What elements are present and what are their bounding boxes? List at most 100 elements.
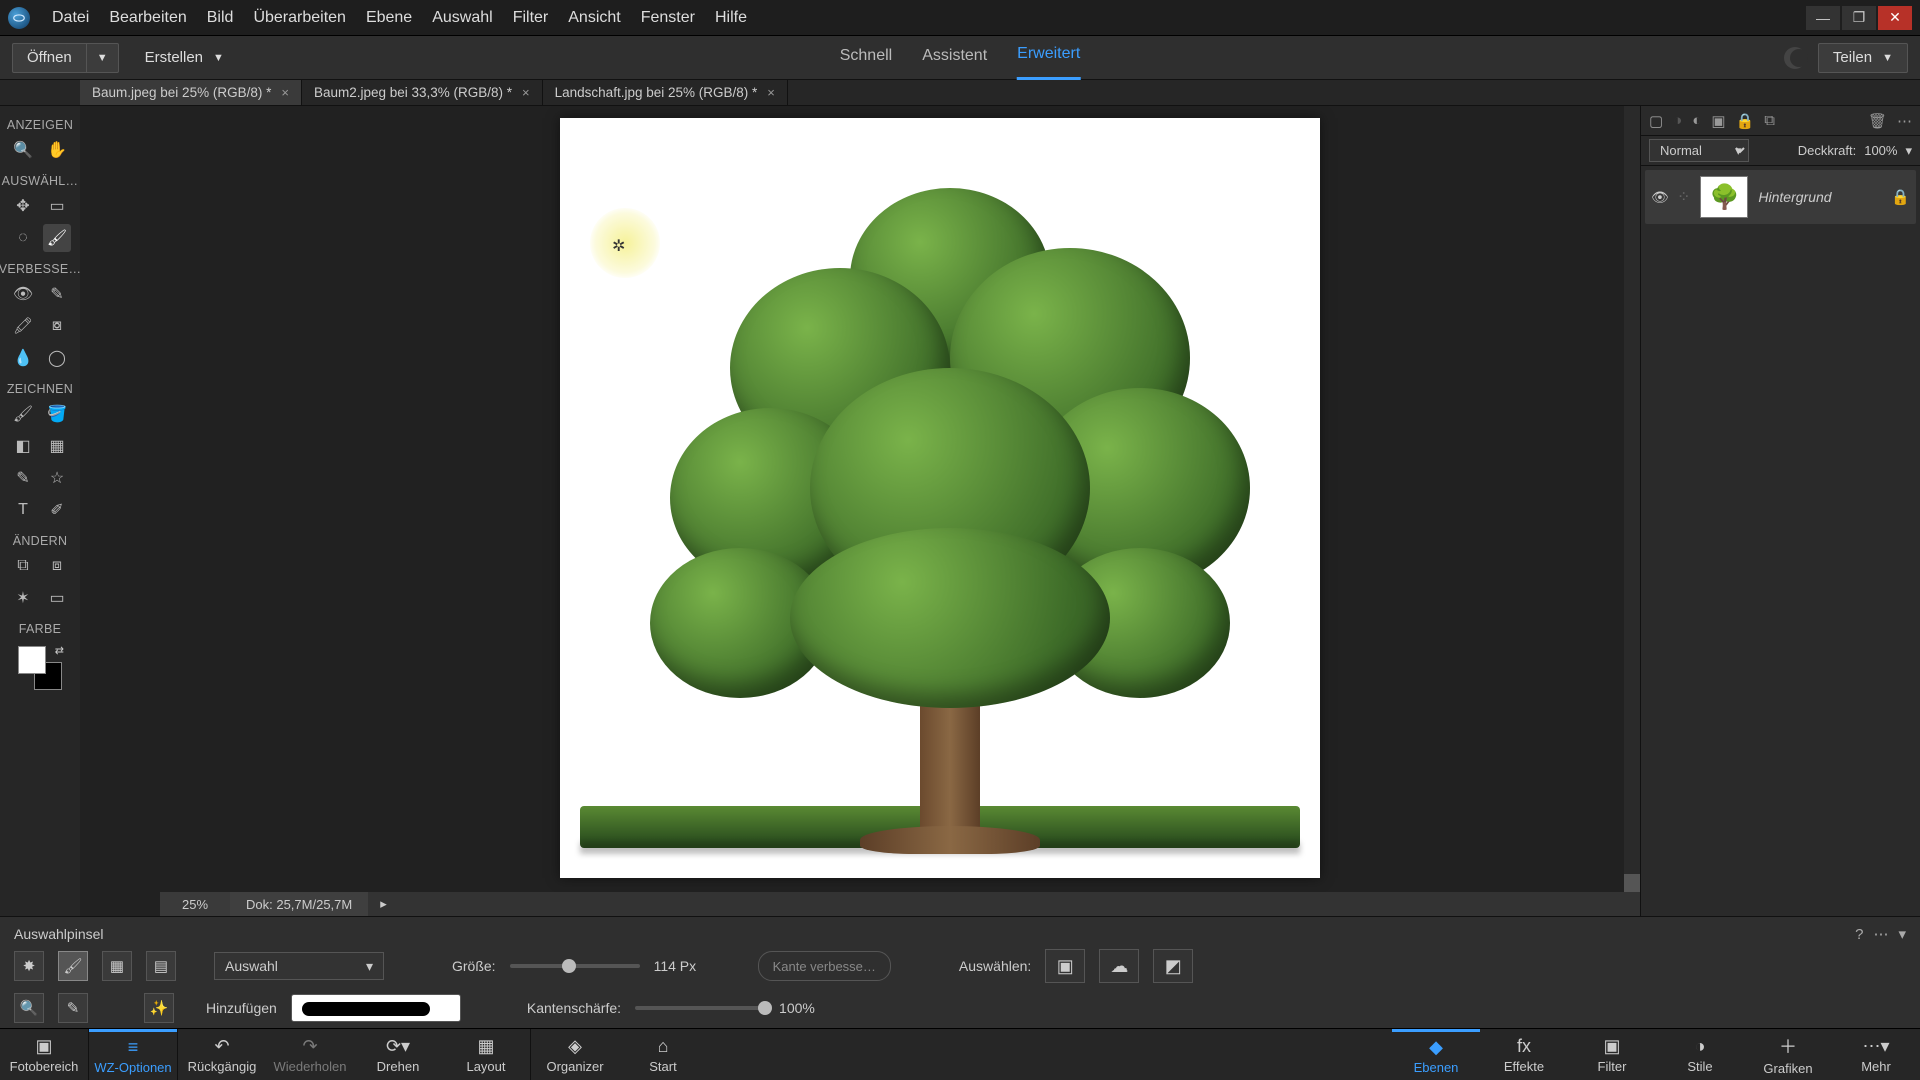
zoom-tool[interactable]: 🔍 xyxy=(9,136,37,164)
link-icon[interactable]: ⧉ xyxy=(1764,112,1775,129)
vertical-scrollbar[interactable] xyxy=(1624,106,1640,892)
menu-ebene[interactable]: Ebene xyxy=(356,5,422,31)
new-layer-icon[interactable]: ▢ xyxy=(1649,112,1663,130)
lasso-tool[interactable]: ◌ xyxy=(9,224,37,252)
more-icon[interactable]: ⋯ xyxy=(1897,112,1912,130)
camera-icon[interactable]: ▣ xyxy=(1711,112,1725,130)
menu-datei[interactable]: Datei xyxy=(42,5,99,31)
create-button[interactable]: Erstellen ▼ xyxy=(131,43,238,73)
layer-thumbnail[interactable]: 🌳 xyxy=(1700,176,1748,218)
adjustment-icon[interactable]: ◐ xyxy=(1692,112,1701,129)
opacity-value[interactable]: 100% xyxy=(1864,143,1897,158)
swap-colors-icon[interactable]: ⇄ xyxy=(55,644,64,657)
smart-brush-tool[interactable]: 🖍 xyxy=(9,312,37,340)
menu-hilfe[interactable]: Hilfe xyxy=(705,5,757,31)
layer-name[interactable]: Hintergrund xyxy=(1758,189,1881,205)
taskbar-redo[interactable]: ↷Wiederholen xyxy=(266,1029,354,1080)
straighten-tool[interactable]: ▭ xyxy=(43,584,71,612)
tab-guided[interactable]: Assistent xyxy=(922,36,987,80)
blend-mode-select[interactable]: Normal xyxy=(1649,139,1749,162)
taskbar-start[interactable]: ⌂Start xyxy=(619,1029,707,1080)
hand-tool[interactable]: ✋ xyxy=(43,136,71,164)
taskbar-organizer[interactable]: ◈Organizer xyxy=(531,1029,619,1080)
subtract-option[interactable]: ✎ xyxy=(58,993,88,1023)
collapse-icon[interactable]: ▾ xyxy=(1898,925,1906,943)
content-aware-tool[interactable]: ✶ xyxy=(9,584,37,612)
document-canvas[interactable]: ✲ xyxy=(560,118,1320,878)
menu-bearbeiten[interactable]: Bearbeiten xyxy=(99,5,196,31)
gradient-tool[interactable]: ▦ xyxy=(43,432,71,460)
refine-mode[interactable]: ▤ xyxy=(146,951,176,981)
shape-tool[interactable]: ☆ xyxy=(43,464,71,492)
taskbar-undo[interactable]: ↶Rückgängig xyxy=(178,1029,266,1080)
tab-expert[interactable]: Erweitert xyxy=(1017,36,1080,80)
quick-select-mode[interactable]: ✸ xyxy=(14,951,44,981)
taskbar-graphics[interactable]: ＋Grafiken xyxy=(1744,1029,1832,1080)
text-tool[interactable]: T xyxy=(9,496,37,524)
spot-heal-tool[interactable]: ✎ xyxy=(43,280,71,308)
select-sky-button[interactable]: ☁ xyxy=(1099,949,1139,983)
open-dropdown-icon[interactable]: ▼ xyxy=(87,44,118,72)
color-swatch[interactable]: ⇄ xyxy=(18,646,62,690)
taskbar-fotobereich[interactable]: ▣Fotobereich xyxy=(0,1029,88,1080)
eye-tool[interactable]: 👁 xyxy=(9,280,37,308)
crop-tool[interactable]: ⧉ xyxy=(9,552,37,580)
zoom-level[interactable]: 25% xyxy=(160,892,230,916)
selection-brush-tool[interactable]: 🖌 xyxy=(43,224,71,252)
menu-filter[interactable]: Filter xyxy=(503,5,559,31)
blur-tool[interactable]: 💧 xyxy=(9,344,37,372)
window-close-button[interactable]: ✕ xyxy=(1878,6,1912,30)
magic-wand-mode[interactable]: ▦ xyxy=(102,951,132,981)
hardness-slider[interactable] xyxy=(635,1006,765,1010)
selection-brush-mode[interactable]: 🖌 xyxy=(58,951,88,981)
auto-option[interactable]: ✨ xyxy=(144,993,174,1023)
menu-auswahl[interactable]: Auswahl xyxy=(422,5,502,31)
more-icon[interactable]: ⋯ xyxy=(1873,925,1888,943)
canvas-area[interactable]: ✲ 25% Dok: 25,7M/25,7M ▸ xyxy=(80,106,1640,916)
visibility-icon[interactable]: 👁 xyxy=(1651,189,1667,206)
tab-quick[interactable]: Schnell xyxy=(840,36,892,80)
taskbar-tool-options[interactable]: ≡WZ-Optionen xyxy=(89,1029,177,1080)
taskbar-effects[interactable]: fxEffekte xyxy=(1480,1029,1568,1080)
help-icon[interactable]: ? xyxy=(1855,926,1863,943)
trash-icon[interactable]: 🗑 xyxy=(1868,112,1887,130)
menu-bild[interactable]: Bild xyxy=(197,5,244,31)
pencil-tool[interactable]: ✎ xyxy=(9,464,37,492)
document-tab[interactable]: Baum2.jpeg bei 33,3% (RGB/8) * × xyxy=(302,80,543,105)
brush-preview[interactable] xyxy=(291,994,461,1022)
document-tab[interactable]: Baum.jpeg bei 25% (RGB/8) * × xyxy=(80,80,302,105)
size-value[interactable]: 114 Px xyxy=(654,958,710,974)
layer-item[interactable]: 👁 ⁘ 🌳 Hintergrund 🔒 xyxy=(1645,170,1916,224)
foreground-color-swatch[interactable] xyxy=(18,646,46,674)
select-background-button[interactable]: ◩ xyxy=(1153,949,1193,983)
marquee-tool[interactable]: ▭ xyxy=(43,192,71,220)
sponge-tool[interactable]: ◯ xyxy=(43,344,71,372)
dark-mode-icon[interactable] xyxy=(1784,47,1806,69)
clone-stamp-tool[interactable]: ⧇ xyxy=(43,312,71,340)
lock-icon[interactable]: 🔒 xyxy=(1891,188,1910,206)
menu-ueberarbeiten[interactable]: Überarbeiten xyxy=(243,5,356,31)
taskbar-styles[interactable]: ◑Stile xyxy=(1656,1029,1744,1080)
hardness-value[interactable]: 100% xyxy=(779,1000,835,1016)
size-slider[interactable] xyxy=(510,964,640,968)
mask-icon[interactable]: ◑ xyxy=(1673,112,1682,129)
paint-bucket-tool[interactable]: 🪣 xyxy=(43,400,71,428)
mode-dropdown[interactable]: Auswahl ▾ xyxy=(214,952,384,980)
chevron-down-icon[interactable]: ▾ xyxy=(1905,143,1912,159)
close-icon[interactable]: × xyxy=(767,85,775,100)
select-subject-button[interactable]: ▣ xyxy=(1045,949,1085,983)
menu-fenster[interactable]: Fenster xyxy=(631,5,705,31)
zoom-option[interactable]: 🔍 xyxy=(14,993,44,1023)
close-icon[interactable]: × xyxy=(522,85,530,100)
share-button[interactable]: Teilen ▼ xyxy=(1818,43,1908,73)
brush-tool[interactable]: 🖌 xyxy=(9,400,37,428)
play-icon[interactable]: ▸ xyxy=(372,896,395,912)
lock-icon[interactable]: 🔒 xyxy=(1736,112,1755,130)
open-button[interactable]: Öffnen ▼ xyxy=(12,43,119,73)
recompose-tool[interactable]: ⧈ xyxy=(43,552,71,580)
window-minimize-button[interactable]: — xyxy=(1806,6,1840,30)
window-maximize-button[interactable]: ❐ xyxy=(1842,6,1876,30)
refine-edge-button[interactable]: Kante verbesse… xyxy=(758,951,891,981)
document-tab[interactable]: Landschaft.jpg bei 25% (RGB/8) * × xyxy=(543,80,788,105)
taskbar-rotate[interactable]: ⟳▾Drehen xyxy=(354,1029,442,1080)
